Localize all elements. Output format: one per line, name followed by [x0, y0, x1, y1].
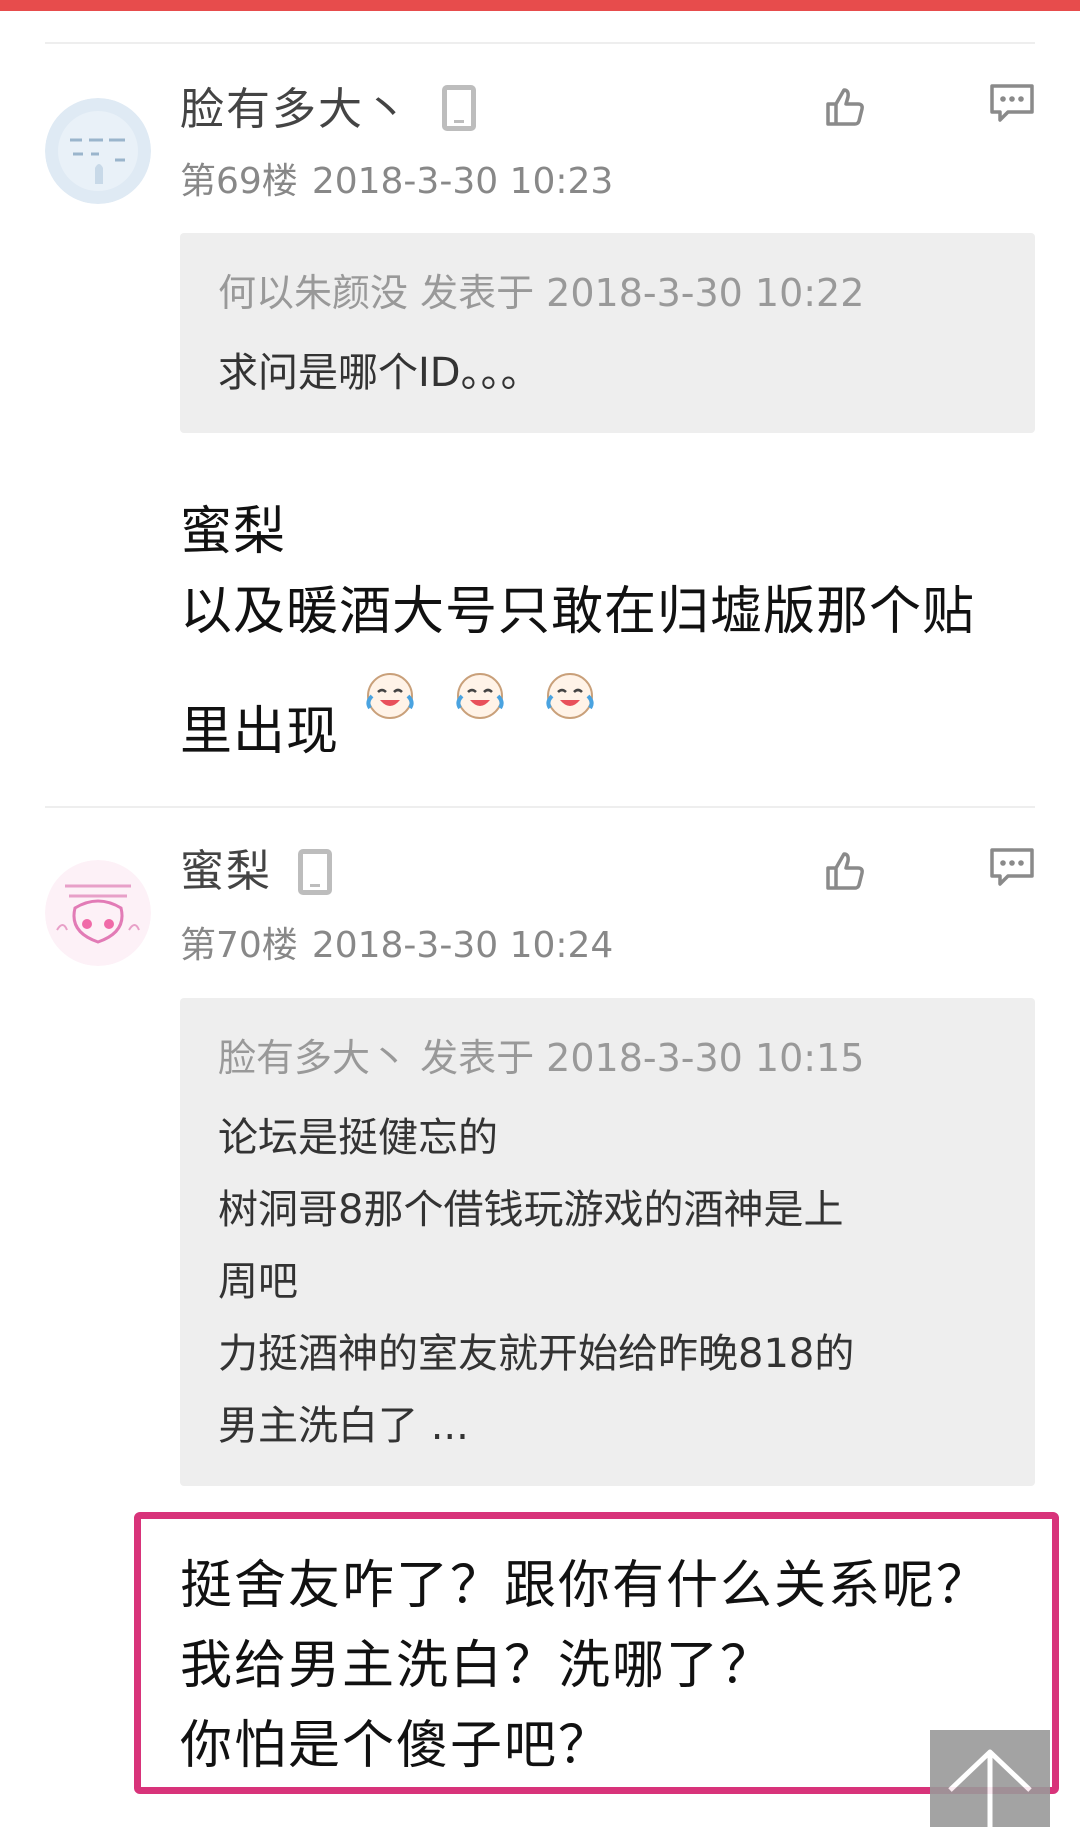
quote-line: 论坛是挺健忘的: [218, 1114, 498, 1161]
quote-block: 脸有多大丶 发表于 2018-3-30 10:15 论坛是挺健忘的 树洞哥8那个…: [180, 998, 1035, 1486]
post-username[interactable]: 蜜梨: [180, 850, 272, 894]
top-header-bar: [0, 0, 1080, 11]
quote-line: 男主洗白了 ...: [218, 1402, 469, 1449]
arrow-up-icon: [948, 1749, 1032, 1827]
crying-laughing-emoji: [542, 668, 598, 724]
post-body-line: 我给男主洗白？洗哪了？: [180, 1636, 775, 1696]
post-body-line: 蜜梨: [180, 502, 287, 562]
quote-line: 求问是哪个ID。。。: [218, 349, 541, 396]
comment-icon[interactable]: [988, 844, 1036, 892]
avatar[interactable]: [45, 98, 151, 204]
divider: [45, 42, 1035, 44]
thumbs-up-icon[interactable]: [822, 82, 870, 130]
floor-info: 第70楼 2018-3-30 10:24: [180, 928, 613, 964]
mobile-device-icon: [442, 85, 476, 131]
divider: [45, 806, 1035, 808]
post-body-line: 挺舍友咋了？跟你有什么关系呢？: [180, 1556, 991, 1616]
quote-block: 何以朱颜没 发表于 2018-3-30 10:22 求问是哪个ID。。。: [180, 233, 1035, 433]
floor-number: 第69楼: [180, 161, 298, 202]
post-body-line: 以及暖酒大号只敢在归墟版那个贴: [180, 582, 976, 642]
crying-laughing-emoji: [452, 668, 508, 724]
quote-line: 力挺酒神的室友就开始给昨晚818的: [218, 1330, 855, 1377]
post-username[interactable]: 脸有多大丶: [180, 88, 410, 132]
quote-meta: 何以朱颜没 发表于 2018-3-30 10:22: [218, 271, 865, 315]
back-to-top-button[interactable]: [930, 1730, 1050, 1827]
crying-laughing-emoji: [362, 668, 418, 724]
post-timestamp: 2018-3-30 10:24: [311, 925, 614, 966]
quote-line: 树洞哥8那个借钱玩游戏的酒神是上: [218, 1186, 844, 1233]
floor-number: 第70楼: [180, 925, 298, 966]
thumbs-up-icon[interactable]: [822, 846, 870, 894]
comment-icon[interactable]: [988, 80, 1036, 128]
quote-meta: 脸有多大丶 发表于 2018-3-30 10:15: [218, 1036, 865, 1080]
mobile-device-icon: [298, 849, 332, 895]
floor-info: 第69楼 2018-3-30 10:23: [180, 164, 613, 200]
post-body-line: 里出现: [180, 702, 340, 762]
avatar[interactable]: [45, 860, 151, 966]
quote-line: 周吧: [218, 1258, 298, 1305]
post-timestamp: 2018-3-30 10:23: [311, 161, 614, 202]
post-body-line: 你怕是个傻子吧？: [180, 1716, 613, 1776]
